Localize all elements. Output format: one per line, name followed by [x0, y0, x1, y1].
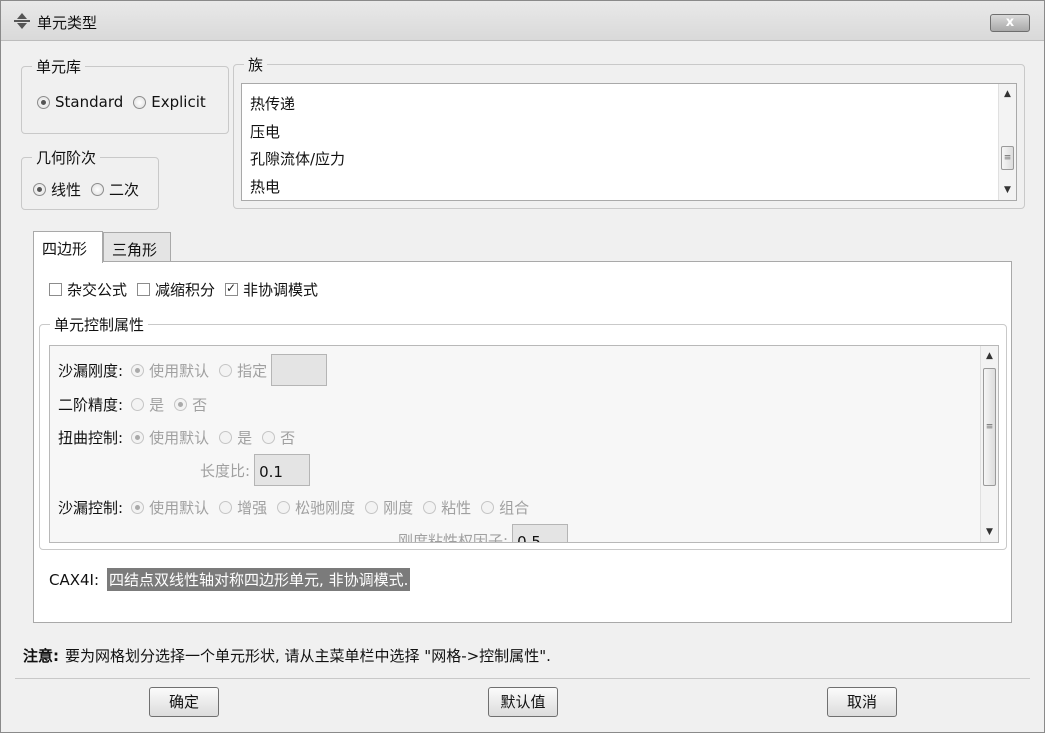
hourglass-stiffness-row: 沙漏刚度: 使用默认 指定 — [58, 354, 328, 386]
element-code: CAX4I: — [49, 570, 100, 589]
checkbox-hybrid-label[interactable]: 杂交公式 — [67, 279, 127, 300]
checkbox-incompatible-modes[interactable] — [225, 281, 239, 296]
close-button[interactable]: x — [990, 14, 1030, 32]
checkbox-reduced-integration-label[interactable]: 减缩积分 — [155, 279, 215, 300]
window-title: 单元类型 — [37, 14, 98, 32]
radio-distortion-default[interactable] — [131, 431, 145, 444]
radio-quadratic[interactable] — [91, 183, 105, 196]
geometric-order-legend: 几何阶次 — [36, 149, 97, 167]
radio-explicit[interactable] — [133, 95, 147, 109]
hourglass-control-row: 沙漏控制: 使用默认 增强 松驰刚度 刚度 粘性 组合 — [58, 497, 539, 518]
formulation-options: 杂交公式 减缩积分 非协调模式 — [49, 279, 328, 300]
library-legend: 单元库 — [36, 58, 82, 76]
title-bar[interactable]: 单元类型 x — [1, 1, 1044, 41]
family-item[interactable]: 热电 — [250, 176, 280, 197]
note-prefix: 注意: — [23, 647, 59, 665]
radio-hg-relax-stiffness[interactable] — [277, 501, 291, 514]
family-scrollbar[interactable]: ▲ ≡ ▼ — [998, 84, 1016, 200]
distortion-control-row: 扭曲控制: 使用默认 是 否 — [58, 427, 305, 448]
stiffness-viscous-factor-input[interactable]: 0.5 — [512, 524, 569, 542]
checkbox-hybrid[interactable] — [49, 283, 62, 296]
second-order-accuracy-label: 二阶精度: — [58, 396, 124, 414]
radio-distortion-no-label[interactable]: 否 — [280, 427, 295, 448]
radio-hg-stiffness-default-label[interactable]: 使用默认 — [149, 360, 209, 381]
element-controls-legend: 单元控制属性 — [54, 316, 145, 334]
tab-tri[interactable]: 三角形 — [103, 232, 171, 262]
family-legend: 族 — [248, 56, 264, 74]
radio-hg-stiffness-default[interactable] — [131, 363, 145, 377]
radio-linear-label[interactable]: 线性 — [51, 179, 81, 200]
element-description: CAX4I: 四结点双线性轴对称四边形单元, 非协调模式. — [49, 568, 411, 591]
radio-explicit-label[interactable]: Explicit — [151, 93, 206, 111]
family-item[interactable]: 压电 — [250, 121, 280, 142]
close-icon: x — [1005, 15, 1015, 30]
ok-button[interactable]: 确定 — [149, 687, 219, 717]
note-text: 要为网格划分选择一个单元形状, 请从主菜单栏中选择 "网格->控制属性". — [65, 647, 551, 665]
radio-hg-default[interactable] — [131, 501, 145, 514]
note: 注意: 要为网格划分选择一个单元形状, 请从主菜单栏中选择 "网格->控制属性". — [23, 645, 551, 666]
family-item[interactable]: 热传递 — [250, 93, 295, 114]
radio-second-order-no[interactable] — [174, 398, 188, 411]
scroll-down-icon[interactable]: ▼ — [981, 524, 998, 540]
radio-hg-stiffness-specify[interactable] — [219, 363, 233, 377]
cancel-button[interactable]: 取消 — [827, 687, 897, 717]
radio-hg-combined[interactable] — [481, 501, 495, 514]
scroll-thumb[interactable]: ≡ — [983, 368, 996, 486]
length-ratio-row: 长度比: 0.1 — [200, 454, 311, 486]
radio-distortion-no[interactable] — [262, 431, 276, 444]
family-list[interactable]: 热传递 压电 孔隙流体/应力 热电 ▲ ≡ ▼ — [241, 83, 1017, 201]
stiffness-viscous-factor-row: 刚度粘性权因子: 0.5 — [398, 524, 569, 543]
separator — [15, 678, 1030, 679]
app-icon — [14, 13, 30, 29]
tab-tri-label: 三角形 — [112, 241, 158, 259]
checkbox-reduced-integration[interactable] — [137, 283, 151, 296]
defaults-button[interactable]: 默认值 — [488, 687, 558, 717]
second-order-accuracy-row: 二阶精度: 是 否 — [58, 394, 217, 415]
radio-hg-stiffness-label[interactable]: 刚度 — [383, 497, 413, 518]
radio-distortion-yes[interactable] — [219, 431, 233, 444]
radio-hg-viscous[interactable] — [423, 501, 437, 514]
tab-quad[interactable]: 四边形 — [33, 231, 103, 263]
radio-quadratic-label[interactable]: 二次 — [109, 179, 139, 200]
library-options: Standard Explicit — [37, 93, 216, 111]
hourglass-control-label: 沙漏控制: — [58, 499, 124, 517]
radio-distortion-default-label[interactable]: 使用默认 — [149, 427, 209, 448]
scroll-thumb[interactable]: ≡ — [1001, 146, 1014, 170]
radio-hg-viscous-label[interactable]: 粘性 — [441, 497, 471, 518]
radio-hg-stiffness-specify-label[interactable]: 指定 — [237, 360, 267, 381]
length-ratio-label: 长度比: — [200, 461, 251, 480]
length-ratio-input[interactable]: 0.1 — [254, 454, 311, 486]
scroll-up-icon[interactable]: ▲ — [981, 348, 998, 364]
geometric-order-options: 线性 二次 — [33, 179, 149, 200]
radio-standard[interactable] — [37, 95, 50, 109]
radio-second-order-yes[interactable] — [131, 398, 145, 411]
checkbox-incompatible-modes-label[interactable]: 非协调模式 — [243, 279, 318, 300]
scroll-up-icon[interactable]: ▲ — [999, 86, 1016, 102]
radio-hg-combined-label[interactable]: 组合 — [499, 497, 529, 518]
family-item[interactable]: 孔隙流体/应力 — [250, 148, 345, 169]
radio-hg-enhanced[interactable] — [219, 501, 233, 514]
radio-hg-enhanced-label[interactable]: 增强 — [237, 497, 267, 518]
radio-hg-default-label[interactable]: 使用默认 — [149, 497, 209, 518]
radio-linear[interactable] — [33, 183, 46, 196]
element-description-text[interactable]: 四结点双线性轴对称四边形单元, 非协调模式. — [107, 568, 411, 591]
scroll-down-icon[interactable]: ▼ — [999, 182, 1016, 198]
distortion-control-label: 扭曲控制: — [58, 429, 124, 447]
hourglass-stiffness-label: 沙漏刚度: — [58, 361, 124, 380]
tab-quad-label: 四边形 — [42, 240, 88, 258]
radio-standard-label[interactable]: Standard — [55, 93, 123, 111]
radio-hg-stiffness[interactable] — [365, 501, 379, 514]
radio-distortion-yes-label[interactable]: 是 — [237, 427, 252, 448]
radio-hg-relax-stiffness-label[interactable]: 松驰刚度 — [295, 497, 355, 518]
radio-second-order-no-label[interactable]: 否 — [192, 394, 207, 415]
element-type-dialog: 单元类型 x 单元库 Standard Explicit 几何阶次 线性 二次 … — [0, 0, 1045, 733]
element-controls-scrollpane[interactable]: 沙漏刚度: 使用默认 指定 二阶精度: 是 否 扭曲控制: 使用默认 是 否 长… — [49, 345, 999, 543]
controls-scrollbar[interactable]: ▲ ≡ ▼ — [980, 346, 998, 542]
radio-second-order-yes-label[interactable]: 是 — [149, 394, 164, 415]
stiffness-viscous-factor-label: 刚度粘性权因子: — [398, 531, 509, 543]
hourglass-stiffness-input[interactable] — [271, 354, 328, 386]
